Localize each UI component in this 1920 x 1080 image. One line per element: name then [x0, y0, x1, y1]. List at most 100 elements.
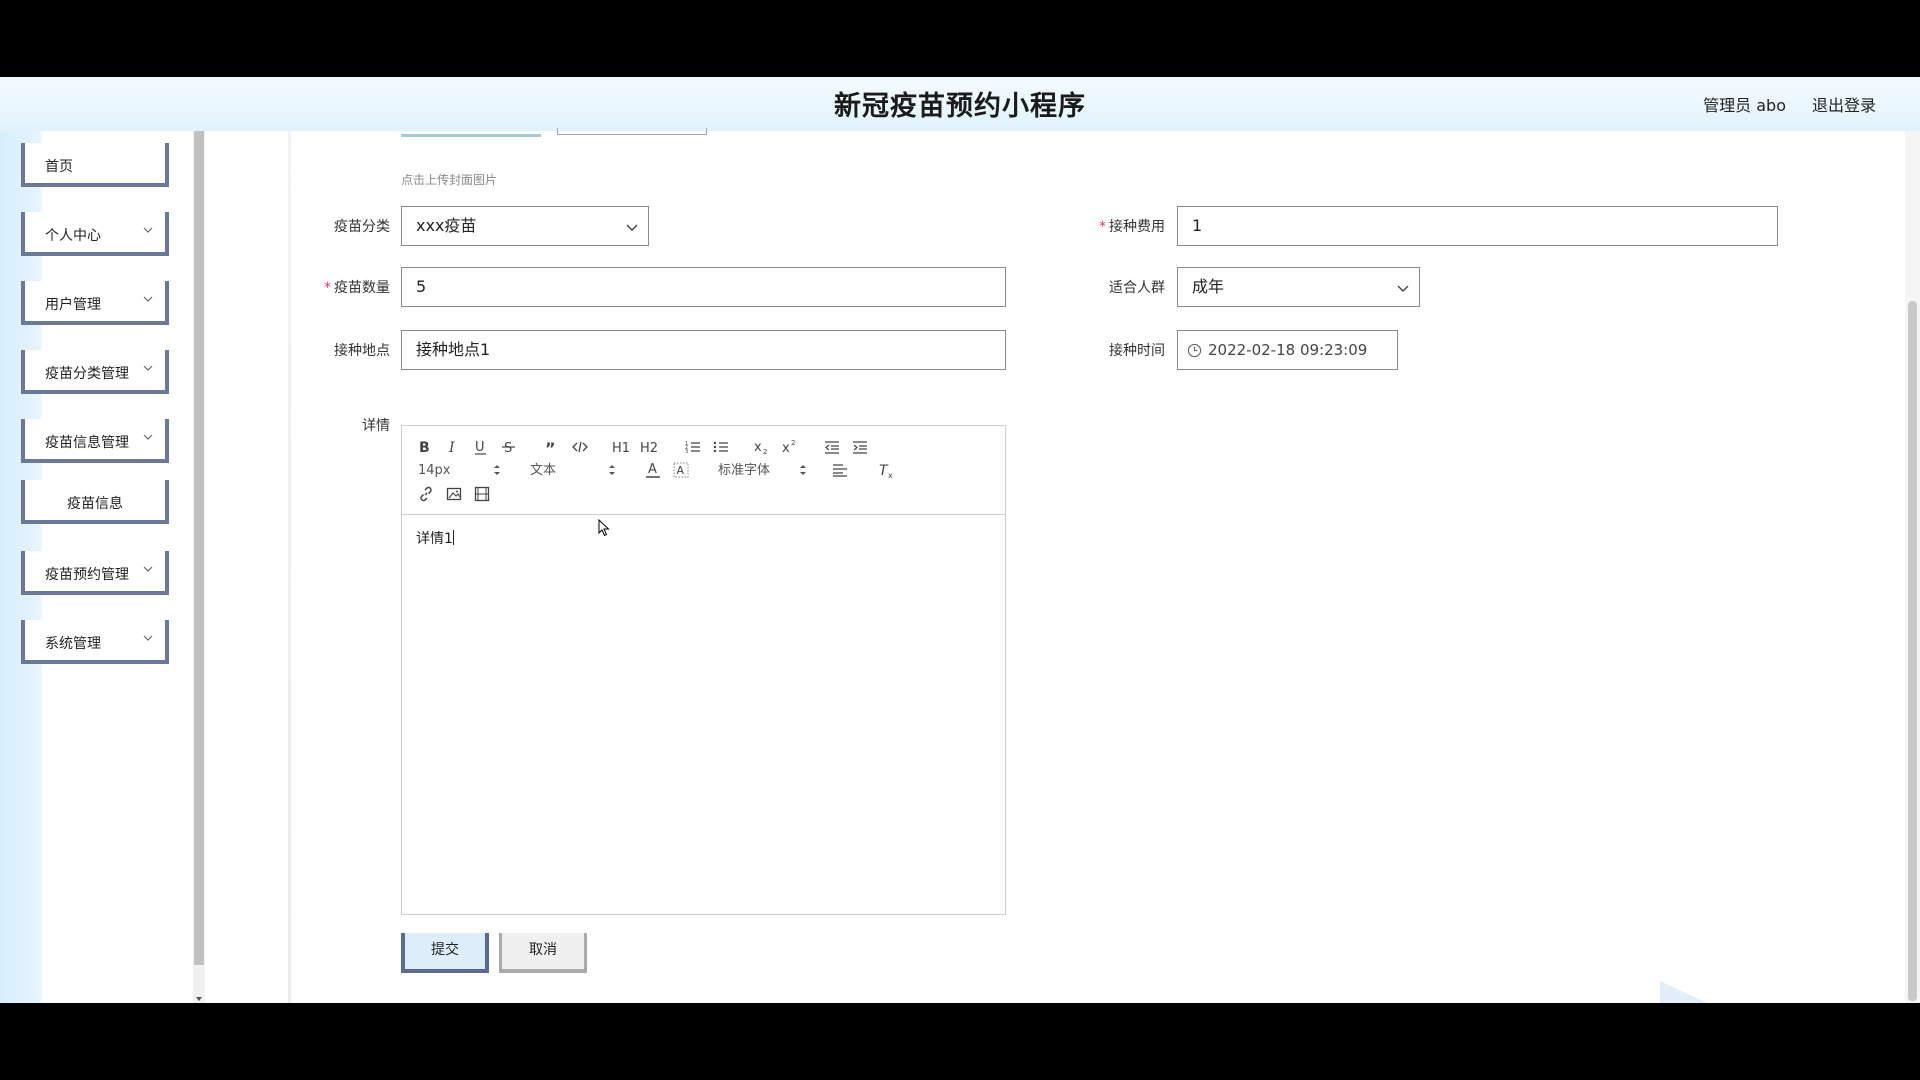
logout-link[interactable]: 退出登录 — [1812, 92, 1876, 116]
time-value: 2022-02-18 09:23:09 — [1208, 341, 1368, 359]
background-decoration — [288, 131, 291, 1003]
header-format-select[interactable]: 文本 — [530, 463, 556, 479]
top-header: 新冠疫苗预约小程序 管理员 abo 退出登录 — [0, 77, 1920, 131]
code-block-icon[interactable] — [572, 439, 588, 455]
page-scrollbar-thumb[interactable] — [1908, 301, 1917, 1001]
svg-text:”: ” — [545, 439, 556, 455]
chevron-down-icon — [143, 566, 153, 572]
chevron-down-icon — [143, 296, 153, 302]
scroll-down-arrow-icon[interactable] — [196, 997, 202, 1001]
svg-text:3: 3 — [685, 449, 688, 455]
sidebar-item-label: 疫苗信息 — [67, 496, 123, 512]
watermark-logo-icon — [1660, 981, 1708, 1003]
sidebar-item-label: 系统管理 — [45, 636, 101, 652]
header-format-arrows-icon[interactable] — [608, 463, 616, 477]
sidebar-item-label: 疫苗信息管理 — [45, 435, 129, 451]
cancel-button[interactable]: 取消 — [499, 933, 587, 973]
form-area: 点击上传封面图片 疫苗分类 xxx疫苗 接种费用 1 疫苗数量 5 适合人群 成… — [205, 128, 1905, 1003]
header-format-value: 文本 — [530, 463, 557, 478]
app-title: 新冠疫苗预约小程序 — [834, 91, 1086, 122]
sidebar-item-vaccine-category-management[interactable]: 疫苗分类管理 — [21, 350, 169, 394]
sidebar-item-system-management[interactable]: 系统管理 — [21, 620, 169, 664]
svg-text:x: x — [888, 471, 893, 479]
editor-toolbar: B I U S ” H1 H2 123 x2 x2 14px 文本 A A 标准… — [402, 426, 1005, 515]
video-icon[interactable] — [474, 486, 490, 502]
superscript-icon[interactable]: x2 — [782, 439, 798, 455]
svg-text:A: A — [648, 462, 657, 477]
fee-value: 1 — [1192, 216, 1203, 235]
heading-1-icon[interactable]: H1 — [612, 439, 630, 455]
strikethrough-icon[interactable]: S — [502, 439, 516, 455]
svg-text:A: A — [677, 464, 685, 477]
location-input[interactable]: 接种地点1 — [401, 330, 1006, 370]
chevron-down-icon — [143, 434, 153, 440]
fee-label: 接种费用 — [1075, 216, 1165, 236]
image-icon[interactable] — [446, 486, 462, 502]
quantity-value: 5 — [416, 277, 427, 296]
font-family-value: 标准字体 — [718, 463, 771, 478]
time-label: 接种时间 — [1109, 343, 1165, 359]
indent-icon[interactable] — [852, 439, 868, 455]
subscript-icon[interactable]: x2 — [754, 439, 770, 455]
underline-icon[interactable]: U — [474, 439, 488, 455]
editor-text: 详情1 — [416, 531, 453, 547]
text-caret — [452, 530, 454, 545]
submit-button[interactable]: 提交 — [401, 933, 489, 973]
chevron-down-icon — [143, 635, 153, 641]
cover-upload-box[interactable] — [557, 128, 707, 135]
heading-2-icon[interactable]: H2 — [640, 439, 658, 455]
font-color-icon[interactable]: A — [645, 461, 661, 479]
category-label: 疫苗分类 — [334, 219, 390, 235]
fee-input[interactable]: 1 — [1177, 206, 1778, 246]
sidebar-item-label: 用户管理 — [45, 297, 101, 313]
sidebar-subitem-vaccine-info[interactable]: 疫苗信息 — [21, 480, 169, 524]
chevron-down-icon — [626, 224, 638, 231]
page-scrollbar[interactable] — [1905, 131, 1920, 1003]
font-family-select[interactable]: 标准字体 — [718, 463, 770, 479]
bullet-list-icon[interactable] — [713, 439, 729, 455]
location-label: 接种地点 — [334, 343, 390, 359]
sidebar-item-personal-center[interactable]: 个人中心 — [21, 212, 169, 256]
sidebar-item-vaccine-booking-management[interactable]: 疫苗预约管理 — [21, 551, 169, 595]
cover-image-preview[interactable] — [401, 128, 541, 137]
mouse-cursor-icon — [598, 519, 610, 537]
sidebar-item-label: 疫苗预约管理 — [45, 567, 129, 583]
category-select[interactable]: xxx疫苗 — [401, 206, 649, 246]
quantity-input[interactable]: 5 — [401, 267, 1006, 307]
font-size-arrows-icon[interactable] — [493, 463, 501, 477]
outdent-icon[interactable] — [824, 439, 840, 455]
chevron-down-icon — [143, 227, 153, 233]
sidebar-item-home[interactable]: 首页 — [21, 143, 169, 187]
details-label: 详情 — [362, 418, 390, 434]
sidebar-item-user-management[interactable]: 用户管理 — [21, 281, 169, 325]
quantity-label: 疫苗数量 — [300, 277, 390, 297]
svg-text:x: x — [754, 440, 762, 455]
clock-icon — [1187, 343, 1202, 358]
editor-content[interactable]: 详情1 — [416, 528, 454, 548]
clear-format-icon[interactable]: Tx — [878, 463, 894, 479]
sidebar: 首页 个人中心 用户管理 疫苗分类管理 疫苗信息管理 疫苗信息 疫苗预约管理 系… — [0, 131, 193, 1003]
svg-text:2: 2 — [791, 439, 795, 447]
font-family-arrows-icon[interactable] — [799, 463, 807, 477]
ordered-list-icon[interactable]: 123 — [685, 439, 701, 455]
svg-text:2: 2 — [763, 448, 767, 455]
app-window: 新冠疫苗预约小程序 管理员 abo 退出登录 首页 个人中心 用户管理 疫苗分类… — [0, 77, 1920, 1003]
svg-text:x: x — [782, 441, 790, 455]
audience-select[interactable]: 成年 — [1177, 267, 1420, 307]
rich-text-editor[interactable]: B I U S ” H1 H2 123 x2 x2 14px 文本 A A 标准… — [401, 425, 1006, 915]
sidebar-scrollbar-thumb[interactable] — [194, 131, 204, 965]
sidebar-item-vaccine-info-management[interactable]: 疫苗信息管理 — [21, 419, 169, 463]
font-size-select[interactable]: 14px — [418, 463, 451, 479]
time-picker[interactable]: 2022-02-18 09:23:09 — [1177, 330, 1398, 370]
bold-icon[interactable]: B — [418, 439, 432, 455]
sidebar-scrollbar[interactable] — [193, 131, 205, 1003]
svg-text:B: B — [419, 440, 430, 455]
sidebar-item-label: 首页 — [45, 159, 73, 175]
align-icon[interactable] — [832, 463, 848, 477]
background-color-icon[interactable]: A — [673, 461, 689, 479]
blockquote-icon[interactable]: ” — [544, 439, 560, 455]
italic-icon[interactable]: I — [446, 439, 460, 455]
link-icon[interactable] — [418, 486, 434, 502]
audience-label: 适合人群 — [1109, 280, 1165, 296]
svg-text:I: I — [448, 440, 455, 455]
